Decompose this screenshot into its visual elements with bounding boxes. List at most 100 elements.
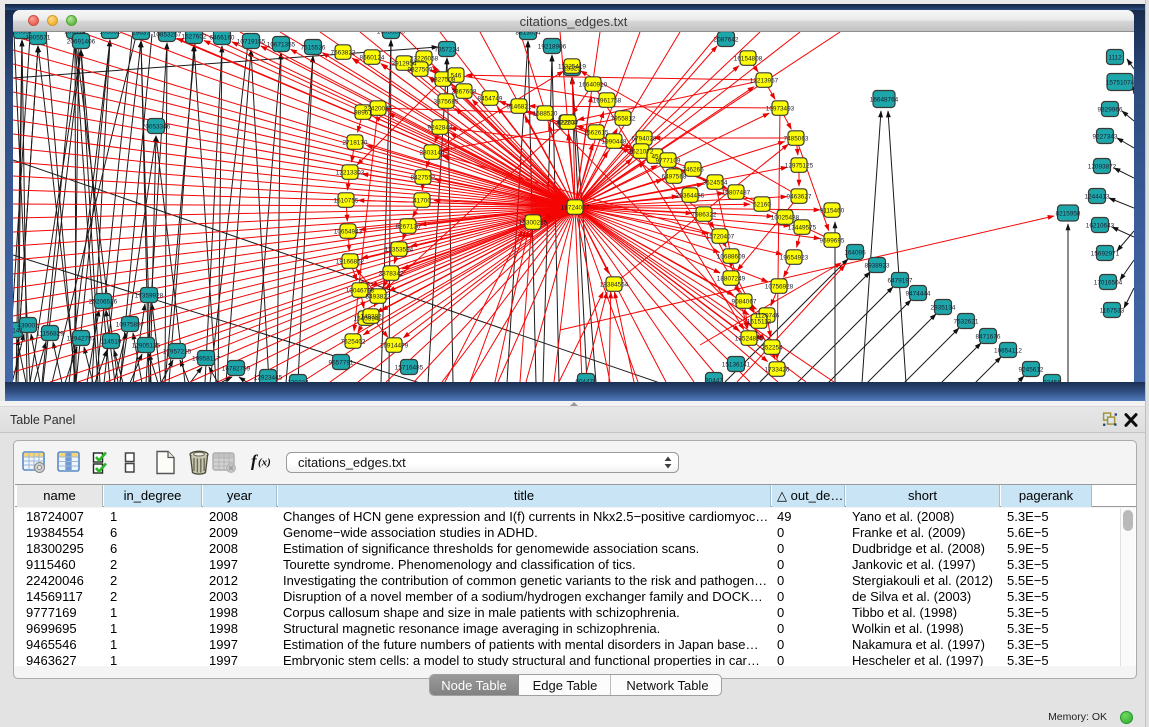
svg-text:9329966: 9329966 — [1098, 107, 1123, 114]
svg-text:10756928: 10756928 — [765, 284, 794, 291]
svg-text:129234: 129234 — [287, 380, 309, 383]
svg-text:746266: 746266 — [682, 167, 704, 174]
svg-text:18724007: 18724007 — [561, 205, 590, 212]
svg-text:(x): (x) — [258, 457, 271, 469]
svg-text:7986322: 7986322 — [692, 212, 717, 219]
svg-text:1733426: 1733426 — [765, 367, 790, 374]
svg-text:1167533: 1167533 — [1100, 308, 1125, 315]
svg-text:41700: 41700 — [413, 198, 431, 205]
svg-text:1615112: 1615112 — [747, 319, 772, 326]
svg-text:2718170: 2718170 — [343, 140, 368, 147]
svg-text:1562615: 1562615 — [584, 130, 609, 137]
svg-text:16154808: 16154808 — [734, 56, 763, 63]
svg-text:8427552: 8427552 — [411, 175, 436, 182]
svg-text:822037: 822037 — [557, 120, 579, 127]
svg-text:6466160: 6466160 — [210, 35, 235, 42]
svg-text:604476: 604476 — [575, 379, 597, 383]
svg-text:1990448: 1990448 — [602, 139, 627, 146]
svg-text:16648764: 16648764 — [870, 97, 899, 104]
svg-text:30447: 30447 — [705, 378, 723, 383]
svg-text:8938923: 8938923 — [865, 263, 890, 270]
svg-text:9227343: 9227343 — [1093, 134, 1118, 141]
svg-text:5493822: 5493822 — [366, 294, 391, 301]
svg-text:16210643: 16210643 — [1086, 223, 1115, 230]
svg-text:12923445: 12923445 — [254, 375, 283, 382]
svg-text:12942757: 12942757 — [67, 336, 96, 343]
svg-text:9699695: 9699695 — [820, 238, 845, 245]
svg-text:12975125: 12975125 — [785, 163, 814, 170]
svg-text:12213303: 12213303 — [336, 170, 365, 177]
svg-text:6479197: 6479197 — [888, 278, 913, 285]
svg-text:17957225: 17957225 — [163, 349, 192, 356]
svg-text:7357224: 7357224 — [435, 47, 460, 54]
svg-text:7485063: 7485063 — [784, 136, 809, 143]
svg-text:1588520: 1588520 — [533, 111, 558, 118]
svg-text:12905135: 12905135 — [132, 343, 161, 350]
svg-text:1112: 1112 — [1108, 55, 1122, 62]
svg-text:10654943: 10654943 — [334, 229, 363, 236]
svg-text:19384554: 19384554 — [600, 282, 629, 289]
svg-text:1244413: 1244413 — [1085, 194, 1110, 201]
svg-text:7625402: 7625402 — [341, 339, 366, 346]
svg-text:7663822: 7663822 — [331, 50, 356, 57]
svg-text:20364456: 20364456 — [676, 193, 705, 200]
svg-text:9084067: 9084067 — [732, 299, 757, 306]
svg-text:11325419: 11325419 — [558, 64, 586, 71]
svg-text:10719155: 10719155 — [237, 39, 266, 46]
svg-text:13449575: 13449575 — [788, 225, 817, 232]
svg-text:20053346: 20053346 — [142, 124, 171, 131]
svg-text:7632621: 7632621 — [954, 319, 979, 326]
svg-text:16640910: 16640910 — [579, 82, 608, 89]
svg-text:9146821: 9146821 — [507, 104, 532, 111]
svg-text:19166852: 19166852 — [336, 259, 365, 266]
svg-text:9777109: 9777109 — [656, 158, 681, 165]
svg-text:9327509: 9327509 — [408, 67, 433, 74]
svg-text:10853257: 10853257 — [153, 32, 182, 39]
svg-text:10025438: 10025438 — [771, 215, 800, 222]
svg-text:10807487: 10807487 — [722, 190, 751, 197]
svg-text:62160: 62160 — [753, 202, 771, 209]
svg-text:20206526: 20206526 — [89, 299, 118, 306]
svg-text:23226058: 23226058 — [410, 56, 439, 63]
svg-text:15751074: 15751074 — [1106, 80, 1134, 87]
svg-text:10688609: 10688609 — [717, 254, 746, 261]
svg-text:1621072: 1621072 — [629, 149, 654, 156]
svg-text:9463627: 9463627 — [787, 194, 812, 201]
svg-text:6794028: 6794028 — [632, 136, 657, 143]
svg-text:19654923: 19654923 — [780, 255, 809, 262]
svg-text:16033809: 16033809 — [377, 32, 406, 36]
svg-text:2367608: 2367608 — [452, 89, 477, 96]
svg-text:15692971: 15692971 — [1091, 251, 1120, 258]
svg-text:3878342: 3878342 — [379, 271, 404, 278]
svg-text:16782759: 16782759 — [222, 366, 251, 373]
svg-text:2803144: 2803144 — [420, 150, 445, 157]
svg-text:19637: 19637 — [132, 32, 150, 37]
svg-text:17359928: 17359928 — [135, 293, 164, 300]
svg-text:8215958: 8215958 — [1056, 211, 1081, 218]
svg-text:17016504: 17016504 — [1094, 280, 1123, 287]
svg-text:8454749: 8454749 — [478, 96, 503, 103]
svg-text:1527602: 1527602 — [182, 34, 207, 41]
svg-text:7515526: 7515526 — [301, 45, 326, 52]
svg-text:15300215: 15300215 — [519, 220, 548, 227]
svg-text:92456: 92456 — [1043, 380, 1061, 383]
svg-text:2935134: 2935134 — [931, 305, 956, 312]
svg-text:8813054: 8813054 — [516, 32, 541, 37]
svg-text:206914: 206914 — [64, 32, 86, 36]
svg-text:7955812: 7955812 — [611, 116, 636, 123]
svg-text:15720407: 15720407 — [706, 234, 735, 241]
svg-text:10975857: 10975857 — [116, 322, 145, 329]
svg-text:12093872: 12093872 — [1088, 164, 1117, 171]
svg-text:164095: 164095 — [844, 250, 866, 257]
svg-text:15716485: 15716485 — [395, 365, 424, 372]
svg-text:13524855: 13524855 — [735, 336, 764, 343]
svg-text:12353594: 12353594 — [385, 247, 414, 254]
svg-text:19218906: 19218906 — [538, 44, 567, 51]
svg-text:114519: 114519 — [101, 339, 122, 346]
svg-text:439001: 439001 — [17, 323, 39, 330]
svg-text:546: 546 — [451, 73, 462, 80]
svg-text:149382: 149382 — [360, 314, 382, 321]
svg-text:18807249: 18807249 — [717, 276, 746, 283]
svg-text:2087642: 2087642 — [714, 37, 739, 44]
svg-text:8660124: 8660124 — [360, 55, 385, 62]
